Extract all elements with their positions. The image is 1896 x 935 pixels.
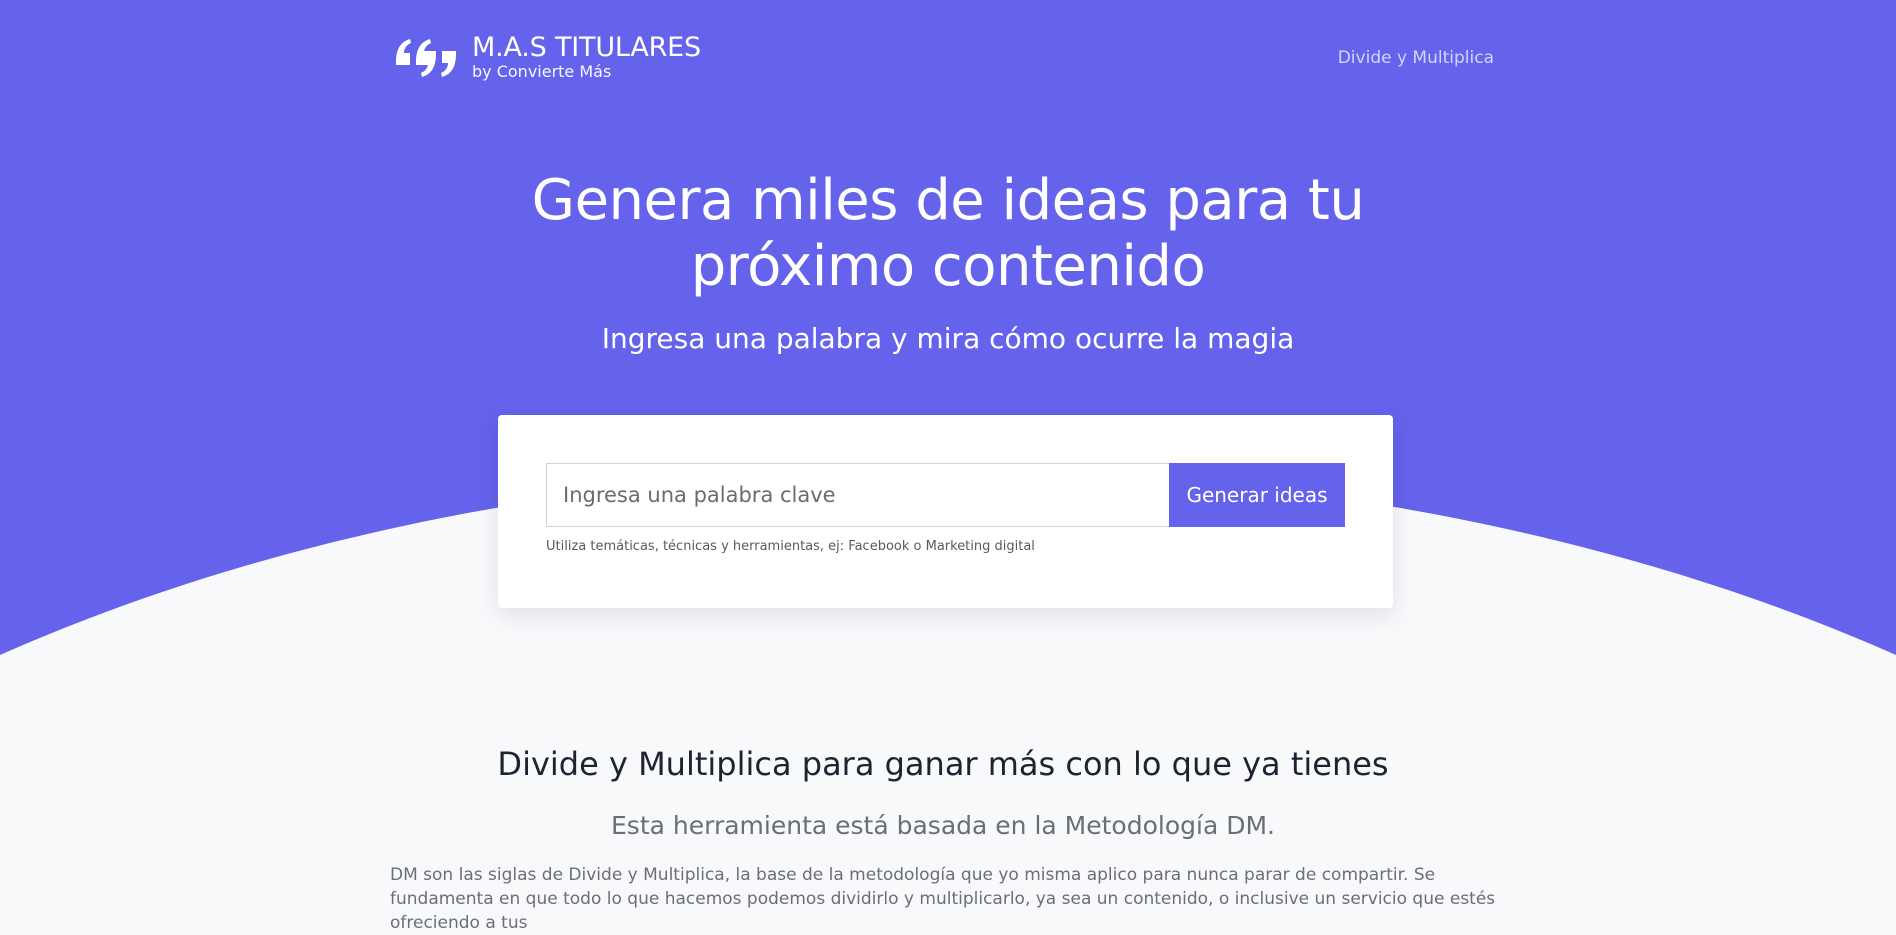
section-title: Divide y Multiplica para ganar más con l… bbox=[497, 745, 1389, 783]
hero-section: M.A.S TITULARES by Convierte Más Divide … bbox=[0, 0, 1896, 933]
logo-text: M.A.S TITULARES by Convierte Más bbox=[472, 33, 701, 81]
quote-marks-icon bbox=[396, 39, 456, 77]
logo-subtitle: by Convierte Más bbox=[472, 62, 612, 81]
logo-title: M.A.S TITULARES bbox=[472, 32, 701, 63]
search-hint: Utiliza temáticas, técnicas y herramient… bbox=[546, 539, 1035, 554]
site-header: M.A.S TITULARES by Convierte Más Divide … bbox=[390, 28, 1494, 88]
section-body: DM son las siglas de Divide y Multiplica… bbox=[390, 865, 1496, 933]
keyword-input[interactable] bbox=[546, 463, 1169, 527]
site-logo[interactable]: M.A.S TITULARES by Convierte Más bbox=[390, 32, 701, 81]
search-card: Generar ideas Utiliza temáticas, técnica… bbox=[498, 415, 1393, 608]
search-row: Generar ideas bbox=[546, 463, 1345, 527]
methodology-section: Divide y Multiplica para ganar más con l… bbox=[390, 745, 1496, 935]
section-subtitle: Esta herramienta está basada en la Metod… bbox=[611, 811, 1275, 840]
nav-link-divide-multiplica[interactable]: Divide y Multiplica bbox=[1338, 48, 1494, 68]
generate-ideas-button[interactable]: Generar ideas bbox=[1169, 463, 1345, 527]
hero-subtitle: Ingresa una palabra y mira cómo ocurre l… bbox=[601, 322, 1295, 355]
hero-title: Genera miles de ideas para tu próximo co… bbox=[531, 168, 1365, 299]
